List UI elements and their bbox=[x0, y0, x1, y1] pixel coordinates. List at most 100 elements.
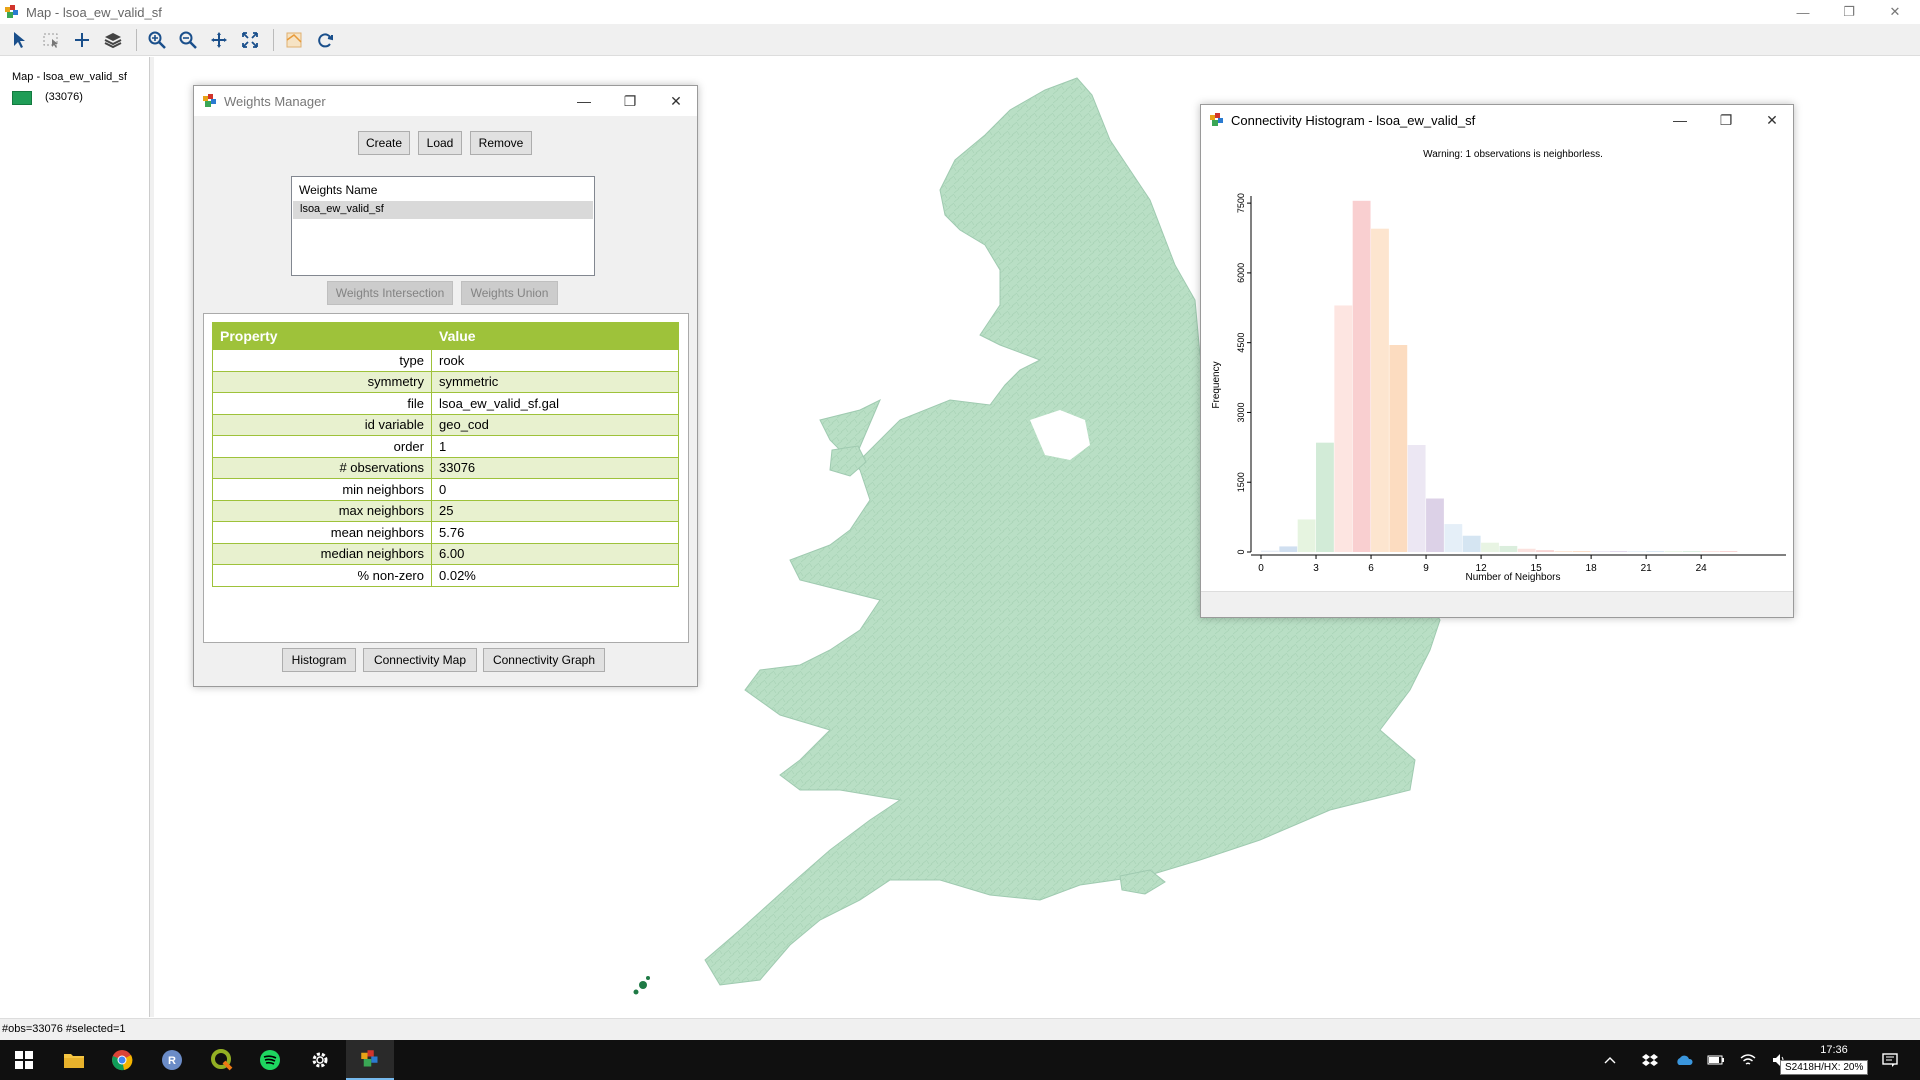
property-value: 33076 bbox=[431, 456, 679, 479]
connectivity-graph-button[interactable]: Connectivity Graph bbox=[483, 648, 605, 672]
property-key: # observations bbox=[212, 456, 432, 479]
histogram-title: Connectivity Histogram - lsoa_ew_valid_s… bbox=[1231, 112, 1476, 128]
spotify-icon[interactable] bbox=[246, 1040, 294, 1080]
clock-time[interactable]: 17:36 bbox=[1804, 1044, 1864, 1056]
histogram-status-bar bbox=[1201, 591, 1793, 612]
map-toolbar bbox=[0, 24, 1920, 56]
histogram-bar bbox=[1352, 200, 1371, 552]
table-row: # observations 33076 bbox=[212, 456, 679, 479]
histogram-bar bbox=[1627, 551, 1646, 552]
minimize-button[interactable]: — bbox=[561, 86, 607, 116]
settings-icon[interactable] bbox=[296, 1040, 344, 1080]
pan-icon[interactable] bbox=[205, 26, 233, 54]
property-value: 5.76 bbox=[431, 521, 679, 544]
windows-start-icon[interactable] bbox=[0, 1040, 48, 1080]
svg-text:R: R bbox=[168, 1055, 176, 1067]
load-button[interactable]: Load bbox=[418, 131, 462, 155]
x-tick-label: 6 bbox=[1368, 563, 1374, 574]
minimize-button[interactable]: — bbox=[1657, 105, 1703, 135]
windows-taskbar: R 17:36 bbox=[0, 1040, 1920, 1080]
layers-icon[interactable] bbox=[99, 26, 127, 54]
add-icon[interactable] bbox=[68, 26, 96, 54]
histogram-bar bbox=[1426, 498, 1444, 552]
y-axis-label: Frequency bbox=[1211, 361, 1222, 408]
battery-icon[interactable] bbox=[1704, 1040, 1728, 1080]
table-header-row: Property Value bbox=[212, 322, 679, 350]
basemap-icon[interactable] bbox=[280, 26, 308, 54]
histogram-bar bbox=[1536, 550, 1554, 552]
histogram-bar bbox=[1444, 524, 1463, 552]
histogram-canvas[interactable]: Warning: 1 observations is neighborless.… bbox=[1201, 135, 1793, 591]
close-button[interactable]: ✕ bbox=[1872, 0, 1918, 24]
refresh-icon[interactable] bbox=[311, 26, 339, 54]
wifi-icon[interactable] bbox=[1736, 1040, 1760, 1080]
histogram-bar bbox=[1682, 551, 1701, 552]
property-key: order bbox=[212, 435, 432, 458]
select-rect-icon[interactable] bbox=[37, 26, 65, 54]
create-button[interactable]: Create bbox=[358, 131, 410, 155]
property-value: symmetric bbox=[431, 370, 679, 393]
histogram-button[interactable]: Histogram bbox=[282, 648, 356, 672]
close-button[interactable]: ✕ bbox=[653, 86, 699, 116]
x-tick-label: 9 bbox=[1423, 563, 1429, 574]
weights-union-button[interactable]: Weights Union bbox=[461, 281, 558, 305]
property-key: symmetry bbox=[212, 370, 432, 393]
weights-list[interactable]: Weights Name lsoa_ew_valid_sf bbox=[291, 176, 595, 276]
toolbar-separator bbox=[136, 28, 137, 51]
property-value: 1 bbox=[431, 435, 679, 458]
file-explorer-icon[interactable] bbox=[50, 1040, 98, 1080]
legend-count: (33076) bbox=[45, 91, 83, 103]
weights-manager-title: Weights Manager bbox=[224, 93, 326, 109]
remove-button[interactable]: Remove bbox=[470, 131, 532, 155]
weights-intersection-button[interactable]: Weights Intersection bbox=[327, 281, 453, 305]
minimize-button[interactable]: — bbox=[1780, 0, 1826, 24]
histogram-bar bbox=[1389, 344, 1408, 552]
notification-icon[interactable] bbox=[1872, 1040, 1908, 1080]
property-value: geo_cod bbox=[431, 413, 679, 436]
histogram-bar bbox=[1646, 551, 1664, 552]
x-tick-label: 18 bbox=[1586, 563, 1598, 574]
weights-list-item[interactable]: lsoa_ew_valid_sf bbox=[293, 201, 593, 219]
property-value: 0.02% bbox=[431, 564, 679, 587]
close-button[interactable]: ✕ bbox=[1749, 105, 1795, 135]
table-row: type rook bbox=[212, 349, 679, 372]
property-value: 6.00 bbox=[431, 542, 679, 565]
table-row: median neighbors 6.00 bbox=[212, 542, 679, 565]
selected-feature[interactable] bbox=[633, 976, 651, 995]
table-row: order 1 bbox=[212, 435, 679, 458]
geoda-icon[interactable] bbox=[346, 1040, 394, 1080]
legend-swatch[interactable] bbox=[12, 91, 32, 105]
property-column-header: Property bbox=[212, 322, 432, 350]
r-icon[interactable]: R bbox=[148, 1040, 196, 1080]
onedrive-icon[interactable] bbox=[1672, 1040, 1696, 1080]
table-row: mean neighbors 5.76 bbox=[212, 521, 679, 544]
status-bar: #obs=33076 #selected=1 bbox=[0, 1018, 1920, 1040]
x-tick-label: 24 bbox=[1696, 563, 1708, 574]
zoom-in-icon[interactable] bbox=[143, 26, 171, 54]
property-key: file bbox=[212, 392, 432, 415]
maximize-button[interactable]: ❐ bbox=[1703, 105, 1749, 135]
histogram-bar bbox=[1407, 445, 1426, 552]
connectivity-map-button[interactable]: Connectivity Map bbox=[363, 648, 477, 672]
legend-panel: Map - lsoa_ew_valid_sf (33076) bbox=[0, 57, 150, 1017]
select-pointer-icon[interactable] bbox=[6, 26, 34, 54]
y-tick-label: 6000 bbox=[1236, 263, 1246, 283]
legend-splitter[interactable] bbox=[150, 57, 154, 1017]
table-row: min neighbors 0 bbox=[212, 478, 679, 501]
properties-table: Property Value type rook symmetry symmetri… bbox=[212, 322, 679, 587]
qgis-icon[interactable] bbox=[198, 1040, 246, 1080]
histogram-bar bbox=[1517, 548, 1536, 552]
chevron-up-icon[interactable] bbox=[1598, 1040, 1622, 1080]
histogram-bar bbox=[1371, 228, 1389, 552]
table-row: symmetry symmetric bbox=[212, 370, 679, 393]
property-key: % non-zero bbox=[212, 564, 432, 587]
y-tick-label: 4500 bbox=[1236, 333, 1246, 353]
restore-button[interactable]: ❐ bbox=[1826, 0, 1872, 24]
maximize-button[interactable]: ❐ bbox=[607, 86, 653, 116]
zoom-out-icon[interactable] bbox=[174, 26, 202, 54]
histogram-bar bbox=[1334, 305, 1353, 552]
chrome-icon[interactable] bbox=[98, 1040, 146, 1080]
full-extent-icon[interactable] bbox=[236, 26, 264, 54]
geoda-app: Map - lsoa_ew_valid_sf — ❐ ✕ Map - lsoa_… bbox=[0, 0, 1920, 1080]
dropbox-icon[interactable] bbox=[1638, 1040, 1662, 1080]
